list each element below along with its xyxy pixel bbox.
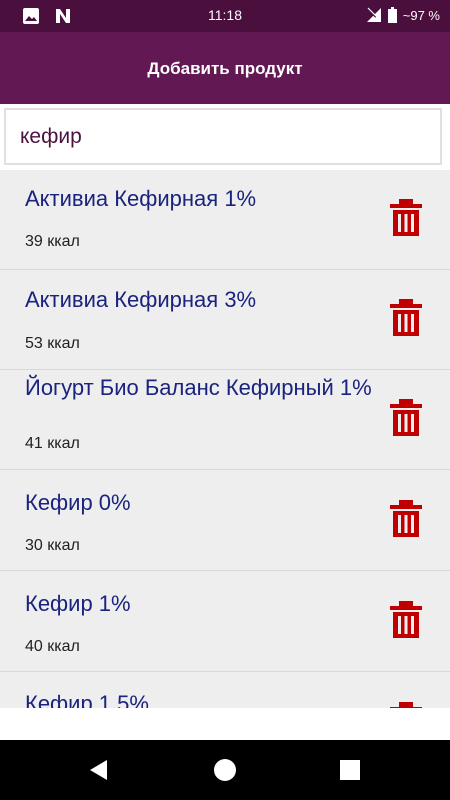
back-icon[interactable] (87, 758, 111, 782)
page-title: Добавить продукт (147, 59, 303, 78)
product-name: Йогурт Био Баланс Кефирный 1% (25, 375, 372, 400)
product-list[interactable]: Активиа Кефирная 1% 39 ккал Активиа Кефи… (0, 170, 450, 708)
delete-icon[interactable] (389, 499, 423, 539)
list-item[interactable]: Кефир 0% 30 ккал (0, 471, 450, 571)
delete-icon[interactable] (389, 398, 423, 438)
home-icon[interactable] (213, 758, 237, 782)
search-input[interactable] (20, 110, 420, 163)
product-kcal: 30 ккал (25, 537, 80, 554)
product-name: Кефир 1,5% (25, 691, 149, 708)
product-name: Кефир 0% (25, 490, 131, 515)
battery-icon (387, 7, 397, 23)
status-bar: 11:18 ~97 % (0, 0, 450, 32)
product-kcal: 53 ккал (25, 335, 80, 352)
delete-icon[interactable] (389, 198, 423, 238)
product-kcal: 41 ккал (25, 435, 80, 452)
product-kcal: 39 ккал (25, 233, 80, 250)
product-name: Кефир 1% (25, 591, 131, 616)
list-item[interactable]: Кефир 1% 40 ккал (0, 572, 450, 672)
app-bar: Добавить продукт (0, 32, 450, 104)
list-item[interactable]: Активиа Кефирная 3% 53 ккал (0, 270, 450, 370)
product-name: Активиа Кефирная 1% (25, 186, 257, 211)
product-name: Активиа Кефирная 3% (25, 287, 257, 312)
delete-icon[interactable] (389, 600, 423, 640)
product-kcal: 40 ккал (25, 638, 80, 655)
bottom-spacer (0, 708, 450, 740)
status-right: ~97 % (366, 7, 440, 23)
signal-off-icon (366, 7, 381, 22)
recents-icon[interactable] (338, 758, 362, 782)
list-item[interactable]: Йогурт Био Баланс Кефирный 1% 41 ккал (0, 370, 450, 470)
battery-percent: ~97 % (402, 7, 440, 23)
search-area (0, 104, 450, 170)
delete-icon[interactable] (389, 298, 423, 338)
list-item[interactable]: Активиа Кефирная 1% 39 ккал (0, 170, 450, 270)
delete-icon[interactable] (389, 701, 423, 708)
search-box (4, 108, 442, 165)
navigation-bar (0, 740, 450, 800)
list-item[interactable]: Кефир 1,5% (0, 673, 450, 708)
